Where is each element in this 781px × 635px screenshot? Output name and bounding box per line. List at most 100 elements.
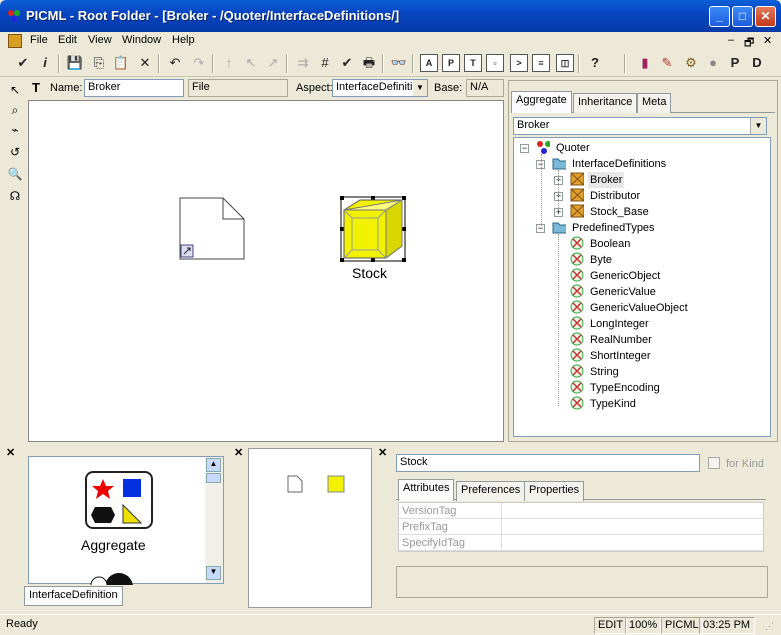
view-console-icon[interactable]: > [510,54,528,72]
view-rows-icon[interactable]: ≡ [532,54,550,72]
view-split-icon[interactable]: ◫ [556,54,574,72]
tab-aggregate[interactable]: Aggregate [511,91,572,113]
tree-item-predefined-type[interactable]: String [590,364,619,380]
tree-item-predefined-type[interactable]: TypeKind [590,396,636,412]
for-kind-checkbox[interactable] [708,457,720,469]
tree-item-stock-base[interactable]: Stock_Base [590,204,649,220]
model-tree[interactable]: − Quoter − InterfaceDefinitions + Broker… [513,137,771,437]
view-box-icon[interactable]: ▫ [486,54,504,72]
tree-node-folder[interactable]: PredefinedTypes [572,220,655,236]
tree-item-predefined-type[interactable]: Byte [590,252,612,268]
zoom-mode-icon[interactable]: 🔍 [6,165,24,183]
minimize-button[interactable]: _ [709,6,730,27]
inspector-close-button[interactable]: ✕ [378,446,387,459]
copy-icon[interactable]: ⎘ [90,54,108,72]
mdi-minimize-button[interactable]: – [728,34,734,46]
tree-item-predefined-type[interactable]: GenericValue [590,284,656,300]
predefined-type-icon [570,268,584,282]
attribute-row[interactable]: PrefixTag [402,521,448,533]
tree-item-predefined-type[interactable]: LongInteger [590,316,649,332]
tree-item-distributor[interactable]: Distributor [590,188,640,204]
tree-item-predefined-type[interactable]: GenericObject [590,268,660,284]
interpreter-3-icon[interactable]: ⚙ [682,54,700,72]
tab-interface-definition[interactable]: InterfaceDefinition [24,586,123,606]
info-icon[interactable]: i [36,54,54,72]
menu-edit[interactable]: Edit [58,34,77,46]
aspect-select[interactable]: InterfaceDefiniti ▼ [332,79,428,97]
tree-item-predefined-type[interactable]: Boolean [590,236,630,252]
attribute-row[interactable]: VersionTag [402,505,456,517]
aggregate-part[interactable] [85,471,153,529]
tree-node-root[interactable]: Quoter [556,140,590,156]
check-icon[interactable]: ✔ [14,54,32,72]
connect-icon[interactable]: ⇉ [294,54,312,72]
tab-meta[interactable]: Meta [637,93,672,113]
name-field[interactable]: Broker [84,79,184,97]
predefined-type-icon [570,364,584,378]
resize-grip-icon[interactable]: ⋰ [765,621,774,632]
delete-icon[interactable]: ✕ [136,54,154,72]
model-canvas[interactable]: Stock [28,100,504,442]
attribute-row[interactable]: SpecifyIdTag [402,537,465,549]
file-model-icon [570,204,584,218]
panner-view[interactable] [248,448,372,608]
tree-item-predefined-type[interactable]: TypeEncoding [590,380,660,396]
interpreter-2-icon[interactable]: ✎ [658,54,676,72]
mdi-close-button[interactable]: ✕ [763,34,772,47]
tab-inheritance[interactable]: Inheritance [573,93,638,113]
part-browser-close-button[interactable]: ✕ [6,446,15,459]
tree-item-predefined-type[interactable]: GenericValueObject [590,300,688,316]
tree-item-broker[interactable]: Broker [588,172,625,188]
interpreter-p-icon[interactable]: P [726,54,744,72]
chevron-down-icon: ▼ [413,80,427,96]
menu-help[interactable]: Help [172,34,195,46]
select-mode-icon[interactable]: ↖ [6,81,24,99]
paste-icon[interactable]: 📋 [112,54,130,72]
part-scrollbar[interactable]: ▲ ▼ [205,457,223,583]
binoculars-icon[interactable]: 👓 [390,54,408,72]
maximize-button[interactable]: □ [732,6,753,27]
panner-close-button[interactable]: ✕ [234,446,243,459]
view-t-icon[interactable]: T [464,54,482,72]
view-p-icon[interactable]: P [442,54,460,72]
interpreter-1-icon[interactable]: ▮ [636,54,654,72]
print-icon[interactable]: 🖶 [360,54,378,72]
part-browser: Aggregate ▲ ▼ [28,456,224,585]
up-icon[interactable]: ↑ [220,54,238,72]
tab-preferences[interactable]: Preferences [456,481,526,501]
tree-item-predefined-type[interactable]: RealNumber [590,332,652,348]
interpreter-d-icon[interactable]: D [748,54,766,72]
file-model-icon [570,172,584,186]
visualize-mode-icon[interactable]: ☊ [6,187,24,205]
attribute-grid: VersionTag PrefixTag SpecifyIdTag [398,502,764,552]
predefined-type-icon [570,284,584,298]
up-right-icon[interactable]: ↗ [264,54,282,72]
tree-item-predefined-type[interactable]: ShortInteger [590,348,651,364]
collapse-icon[interactable]: − [520,144,529,153]
broker-file-reference[interactable] [179,197,245,261]
redo-icon[interactable]: ↷ [190,54,208,72]
text-tool-icon: T [32,80,40,95]
tab-properties[interactable]: Properties [524,481,585,501]
interpreter-4-icon[interactable]: ● [704,54,722,72]
type-field: File [188,79,288,97]
menu-window[interactable]: Window [122,34,161,46]
browser-selector[interactable]: Broker ▼ [513,117,767,135]
tab-attributes[interactable]: Attributes [398,479,455,501]
close-button[interactable]: ✕ [755,6,776,27]
stock-object[interactable] [340,196,406,262]
inspector-name-field[interactable]: Stock [396,454,700,472]
grid-icon[interactable]: # [316,54,334,72]
save-icon[interactable]: 💾 [66,54,84,72]
tree-node-folder[interactable]: InterfaceDefinitions [572,156,666,172]
menu-file[interactable]: File [30,34,48,46]
view-a-icon[interactable]: A [420,54,438,72]
zoom-select-icon[interactable]: ⌕ [6,101,24,119]
help-icon[interactable]: ? [586,54,604,72]
check-constraints-icon[interactable]: ✔ [338,54,356,72]
menu-view[interactable]: View [88,34,112,46]
undo-icon[interactable]: ↶ [166,54,184,72]
disconnect-mode-icon[interactable]: ↺ [6,143,24,161]
up-left-icon[interactable]: ↖ [242,54,260,72]
connect-mode-icon[interactable]: ⌁ [6,121,24,139]
